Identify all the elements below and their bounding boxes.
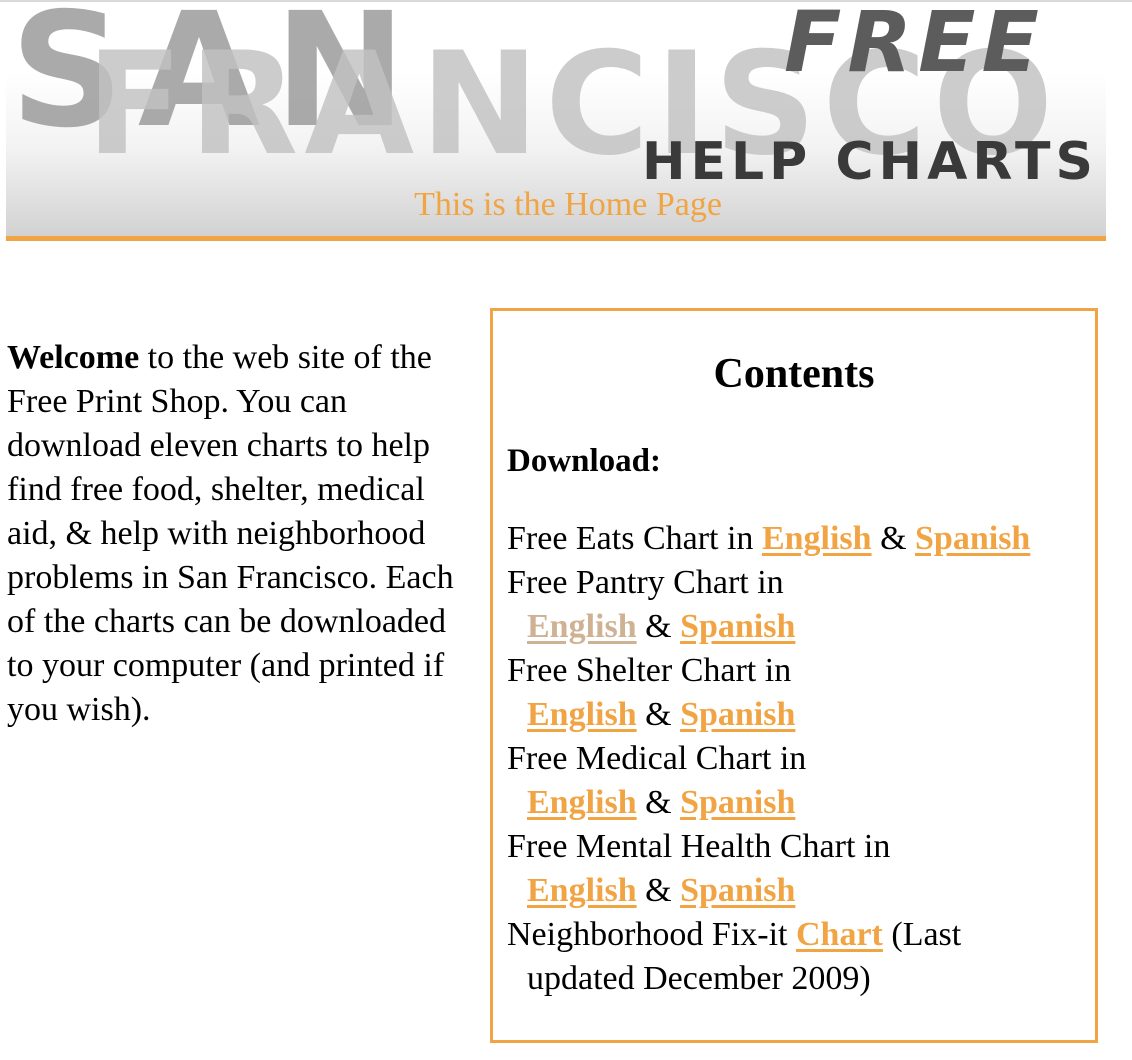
welcome-paragraph: Welcome to the web site of the Free Prin… [7,336,477,732]
chart-label: Free Mental Health Chart in [507,828,891,865]
free-pantry-spanish-link[interactable]: Spanish [680,608,795,645]
ampersand: & [645,784,672,821]
banner-free-text: FREE [784,2,1045,91]
list-item-free-mental-health: Free Mental Health Chart in [507,825,1093,869]
free-eats-english-link[interactable]: English [762,520,872,557]
free-pantry-english-link[interactable]: English [527,608,637,645]
ampersand: & [880,520,907,557]
free-mental-health-links: English & Spanish [507,869,1093,913]
chart-label: Free Eats Chart in [507,520,754,557]
ampersand: & [645,872,672,909]
welcome-bold: Welcome [7,339,140,376]
site-banner: SAN FRANCISCO FREE HELP CHARTS This is t… [6,2,1106,236]
chart-list: Free Eats Chart in English & Spanish Fre… [507,517,1093,1001]
fixit-note-continued: updated December 2009) [507,957,1093,1001]
fixit-updated-date: updated December 2009) [527,960,871,997]
chart-label: Free Pantry Chart in [507,564,784,601]
list-item-free-eats: Free Eats Chart in English & Spanish [507,517,1093,561]
free-shelter-spanish-link[interactable]: Spanish [680,696,795,733]
home-page-caption: This is the Home Page [414,186,722,223]
chart-label: Free Medical Chart in [507,740,807,777]
download-label: Download: [507,443,662,479]
free-medical-spanish-link[interactable]: Spanish [680,784,795,821]
ampersand: & [645,608,672,645]
contents-title: Contents [713,351,875,397]
ampersand: & [645,696,672,733]
list-item-free-shelter: Free Shelter Chart in [507,649,1093,693]
free-medical-english-link[interactable]: English [527,784,637,821]
free-shelter-links: English & Spanish [507,693,1093,737]
list-item-free-pantry: Free Pantry Chart in [507,561,1093,605]
chart-label: Free Shelter Chart in [507,652,792,689]
fixit-note-start: (Last [891,916,962,953]
list-item-free-medical: Free Medical Chart in [507,737,1093,781]
free-pantry-links: English & Spanish [507,605,1093,649]
free-mental-health-english-link[interactable]: English [527,872,637,909]
fixit-label: Neighborhood Fix-it [507,916,788,953]
list-item-neighborhood-fixit: Neighborhood Fix-it Chart (Last [507,913,1093,957]
free-eats-spanish-link[interactable]: Spanish [915,520,1030,557]
contents-box: Contents Download: Free Eats Chart in En… [490,308,1098,1043]
free-shelter-english-link[interactable]: English [527,696,637,733]
fixit-chart-link[interactable]: Chart [796,916,883,953]
banner-help-charts-text: HELP CHARTS [642,132,1098,192]
free-medical-links: English & Spanish [507,781,1093,825]
welcome-text: to the web site of the Free Print Shop. … [7,339,454,728]
banner-accent-rule [6,236,1106,241]
free-mental-health-spanish-link[interactable]: Spanish [680,872,795,909]
